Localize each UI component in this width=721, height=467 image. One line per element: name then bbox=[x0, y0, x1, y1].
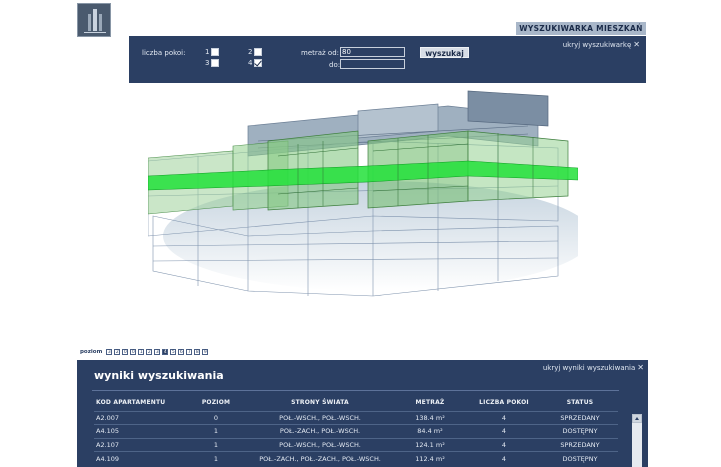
floor-button[interactable]: 1 bbox=[138, 349, 145, 355]
column-header[interactable]: METRAŻ bbox=[394, 397, 466, 407]
cell-code: A4.109 bbox=[94, 451, 186, 465]
results-scrollbar[interactable] bbox=[632, 414, 642, 467]
floor-button[interactable]: 8 bbox=[194, 349, 201, 355]
floor-button[interactable]: 6 bbox=[178, 349, 185, 355]
floor-nav: poziom 3 2 0 0 1 2 3 4 5 6 7 8 9 bbox=[80, 349, 210, 355]
table-row[interactable]: A2.107 1 POŁ.-WSCH., POŁ.-WSCH. 124.1 m²… bbox=[94, 437, 618, 452]
search-button[interactable]: wyszukaj bbox=[420, 47, 469, 58]
room-option-label: 3 bbox=[205, 59, 210, 67]
floor-button[interactable]: 5 bbox=[170, 349, 177, 355]
room-option-3[interactable]: 3 bbox=[205, 59, 220, 67]
results-title: wyniki wyszukiwania bbox=[94, 369, 224, 382]
table-row[interactable]: A4.105 1 POŁ.-ZACH., POŁ.-WSCH. 84.4 m² … bbox=[94, 424, 618, 438]
floor-button[interactable]: 7 bbox=[186, 349, 193, 355]
table-row[interactable]: A4.109 1 POŁ.-ZACH., POŁ.-ZACH., POŁ.-WS… bbox=[94, 451, 618, 465]
cell-orientation: POŁ.-ZACH., POŁ.-WSCH. bbox=[246, 424, 394, 438]
building-visualization[interactable] bbox=[148, 86, 578, 301]
cell-orientation: POŁ.-WSCH., POŁ.-WSCH. bbox=[246, 410, 394, 425]
cell-rooms: 4 bbox=[466, 451, 542, 465]
room-checkbox-1[interactable] bbox=[211, 48, 220, 56]
room-option-label: 4 bbox=[248, 59, 253, 67]
room-option-1[interactable]: 1 bbox=[205, 48, 220, 56]
column-header[interactable]: STRONY ŚWIATA bbox=[246, 397, 394, 407]
room-checkbox-4[interactable] bbox=[254, 59, 263, 67]
column-header[interactable]: POZIOM bbox=[186, 397, 246, 407]
cell-area: 84.4 m² bbox=[394, 424, 466, 438]
floor-button[interactable]: 3 bbox=[106, 349, 113, 355]
area-from-field[interactable]: 80 bbox=[340, 47, 405, 57]
room-checkbox-2[interactable] bbox=[254, 48, 263, 56]
cell-status: SPRZEDANY bbox=[542, 410, 618, 425]
floor-button[interactable]: 2 bbox=[146, 349, 153, 355]
cell-floor: 1 bbox=[186, 437, 246, 452]
logo[interactable] bbox=[77, 3, 111, 37]
rooms-label: liczba pokoi: bbox=[142, 49, 186, 57]
table-row[interactable]: A2.007 0 POŁ.-WSCH., POŁ.-WSCH. 138.4 m²… bbox=[94, 410, 618, 425]
cell-floor: 0 bbox=[186, 410, 246, 425]
cell-orientation: POŁ.-WSCH., POŁ.-WSCH. bbox=[246, 437, 394, 452]
floor-button[interactable]: 0 bbox=[130, 349, 137, 355]
cell-rooms: 4 bbox=[466, 437, 542, 452]
hide-search-link[interactable]: ukryj wyszukiwarkę ✕ bbox=[563, 40, 640, 49]
room-option-label: 2 bbox=[248, 48, 253, 56]
floor-button[interactable]: 0 bbox=[122, 349, 129, 355]
column-header[interactable]: LICZBA POKOI bbox=[466, 397, 542, 407]
results-panel: wyniki wyszukiwania ukryj wyniki wyszuki… bbox=[77, 360, 648, 467]
divider bbox=[92, 390, 619, 391]
hide-results-link[interactable]: ukryj wyniki wyszukiwania ✕ bbox=[543, 363, 644, 372]
search-tab[interactable]: WYSZUKIWARKA MIESZKAŃ bbox=[516, 22, 646, 35]
hide-search-label: ukryj wyszukiwarkę bbox=[562, 41, 632, 49]
floor-button[interactable]: 3 bbox=[154, 349, 161, 355]
results-table: KOD APARTAMENTU POZIOM STRONY ŚWIATA MET… bbox=[94, 397, 618, 465]
room-option-label: 1 bbox=[205, 48, 210, 56]
table-header-row: KOD APARTAMENTU POZIOM STRONY ŚWIATA MET… bbox=[94, 397, 618, 407]
cell-status: SPRZEDANY bbox=[542, 437, 618, 452]
cell-status: DOSTĘPNY bbox=[542, 451, 618, 465]
cell-area: 112.4 m² bbox=[394, 451, 466, 465]
floor-button[interactable]: 2 bbox=[114, 349, 121, 355]
room-option-4[interactable]: 4 bbox=[248, 59, 263, 67]
area-to-field[interactable] bbox=[340, 59, 405, 69]
close-icon[interactable]: ✕ bbox=[637, 363, 644, 372]
area-from-label: metraż od: bbox=[301, 49, 340, 57]
scroll-up-icon[interactable] bbox=[632, 414, 642, 423]
column-header[interactable]: STATUS bbox=[542, 397, 618, 407]
search-panel: ukryj wyszukiwarkę ✕ liczba pokoi: 1 2 3 … bbox=[129, 36, 646, 83]
column-header[interactable]: KOD APARTAMENTU bbox=[94, 397, 186, 407]
room-option-2[interactable]: 2 bbox=[248, 48, 263, 56]
room-checkbox-3[interactable] bbox=[211, 59, 220, 67]
cell-code: A2.007 bbox=[94, 410, 186, 425]
logo-icon bbox=[84, 9, 106, 33]
cell-status: DOSTĘPNY bbox=[542, 424, 618, 438]
area-to-label: do: bbox=[329, 61, 341, 69]
floor-button-active[interactable]: 4 bbox=[162, 349, 169, 355]
hide-results-label: ukryj wyniki wyszukiwania bbox=[542, 364, 636, 372]
cell-code: A4.105 bbox=[94, 424, 186, 438]
close-icon[interactable]: ✕ bbox=[633, 40, 640, 49]
cell-floor: 1 bbox=[186, 451, 246, 465]
cell-orientation: POŁ.-ZACH., POŁ.-ZACH., POŁ.-WSCH. bbox=[246, 451, 394, 465]
cell-area: 138.4 m² bbox=[394, 410, 466, 425]
cell-code: A2.107 bbox=[94, 437, 186, 452]
cell-floor: 1 bbox=[186, 424, 246, 438]
cell-rooms: 4 bbox=[466, 424, 542, 438]
floor-button[interactable]: 9 bbox=[202, 349, 209, 355]
cell-area: 124.1 m² bbox=[394, 437, 466, 452]
cell-rooms: 4 bbox=[466, 410, 542, 425]
floor-nav-label: poziom bbox=[80, 349, 103, 355]
